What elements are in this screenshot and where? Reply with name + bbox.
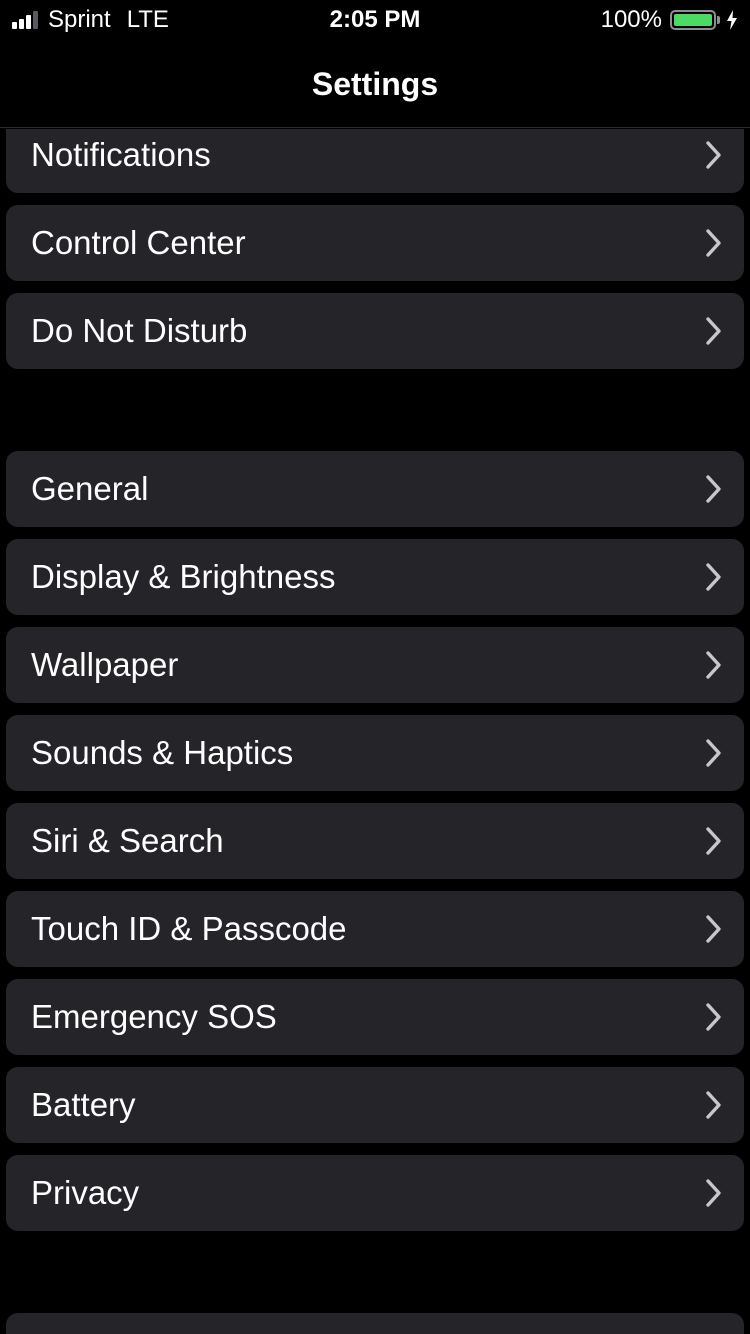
row-label: Touch ID & Passcode xyxy=(31,910,347,947)
row-label: Sounds & Haptics xyxy=(31,734,294,771)
battery-fill xyxy=(674,14,712,26)
row-label: Siri & Search xyxy=(31,822,224,859)
chevron-right-icon xyxy=(706,475,721,503)
chevron-right-icon xyxy=(706,1091,721,1119)
row-label: Notifications xyxy=(31,136,211,173)
navigation-bar: Settings xyxy=(0,40,750,128)
battery-nub xyxy=(717,16,720,24)
settings-row-battery[interactable]: Battery xyxy=(6,1067,744,1143)
settings-row-next-group[interactable] xyxy=(6,1313,744,1334)
settings-row-control-center[interactable]: Control Center xyxy=(6,205,744,281)
chevron-right-icon xyxy=(706,651,721,679)
settings-row-siri-search[interactable]: Siri & Search xyxy=(6,803,744,879)
row-label: General xyxy=(31,470,149,507)
status-bar: Sprint LTE 2:05 PM 100% xyxy=(0,0,750,40)
battery-percentage: 100% xyxy=(600,6,662,33)
charging-bolt-icon xyxy=(726,10,738,30)
settings-row-emergency-sos[interactable]: Emergency SOS xyxy=(6,979,744,1055)
chevron-right-icon xyxy=(706,1179,721,1207)
row-label: Display & Brightness xyxy=(31,558,336,595)
settings-row-display-brightness[interactable]: Display & Brightness xyxy=(6,539,744,615)
settings-row-sounds-haptics[interactable]: Sounds & Haptics xyxy=(6,715,744,791)
row-label: Control Center xyxy=(31,224,246,261)
row-label: Battery xyxy=(31,1086,136,1123)
settings-row-general[interactable]: General xyxy=(6,451,744,527)
settings-row-touch-id-passcode[interactable]: Touch ID & Passcode xyxy=(6,891,744,967)
settings-row-notifications[interactable]: Notifications xyxy=(6,129,744,193)
chevron-right-icon xyxy=(706,229,721,257)
chevron-right-icon xyxy=(706,915,721,943)
settings-row-do-not-disturb[interactable]: Do Not Disturb xyxy=(6,293,744,369)
settings-row-privacy[interactable]: Privacy xyxy=(6,1155,744,1231)
chevron-right-icon xyxy=(706,1003,721,1031)
chevron-right-icon xyxy=(706,563,721,591)
row-label: Wallpaper xyxy=(31,646,179,683)
chevron-right-icon xyxy=(706,827,721,855)
row-label: Emergency SOS xyxy=(31,998,277,1035)
chevron-right-icon xyxy=(706,739,721,767)
chevron-right-icon xyxy=(706,317,721,345)
status-right: 100% xyxy=(601,6,738,34)
battery-icon xyxy=(670,10,716,30)
settings-row-wallpaper[interactable]: Wallpaper xyxy=(6,627,744,703)
page-title: Settings xyxy=(311,66,439,102)
row-label: Privacy xyxy=(31,1174,140,1211)
chevron-right-icon xyxy=(706,141,721,169)
row-label: Do Not Disturb xyxy=(31,312,248,349)
settings-list[interactable]: Notifications Control Center Do Not Dist… xyxy=(0,129,750,1334)
